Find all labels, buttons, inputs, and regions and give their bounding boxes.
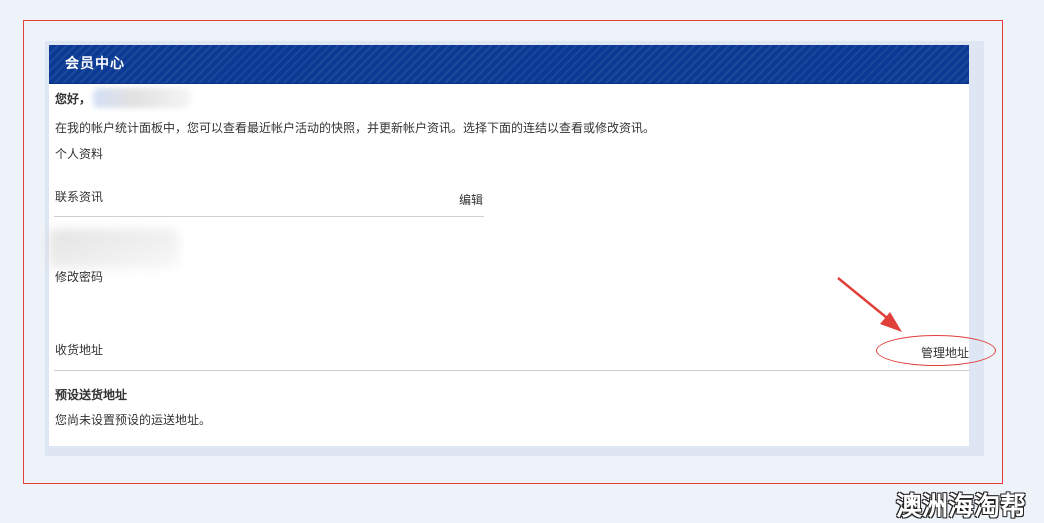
no-default-address-text: 您尚未设置预设的运送地址。 <box>55 413 212 427</box>
edit-contact-link[interactable]: 编辑 <box>459 191 483 208</box>
dashboard-description: 在我的帐户统计面板中，您可以查看最近帐户活动的快照，并更新帐户资讯。选择下面的连… <box>55 121 656 135</box>
watermark-logo: 澳洲海淘帮 <box>896 492 1027 522</box>
default-shipping-address-title: 预设送货地址 <box>55 388 128 402</box>
redacted-username <box>93 88 191 108</box>
profile-section-title: 个人资料 <box>55 147 104 161</box>
greeting-text: 您好， <box>55 92 92 106</box>
panel-header: 会员中心 <box>49 45 969 84</box>
annotation-arrow-icon <box>837 277 902 332</box>
redacted-contact-details <box>49 229 179 269</box>
contact-divider <box>54 216 484 217</box>
change-password-link[interactable]: 修改密码 <box>55 268 103 285</box>
account-dashboard-panel: 会员中心 您好， 在我的帐户统计面板中，您可以查看最近帐户活动的快照，并更新帐户… <box>49 45 969 446</box>
contact-info-title: 联系资讯 <box>55 190 104 204</box>
shipping-address-title: 收货地址 <box>55 343 104 357</box>
panel-title: 会员中心 <box>65 56 125 72</box>
annotation-ellipse <box>876 335 996 366</box>
address-divider <box>54 370 969 371</box>
